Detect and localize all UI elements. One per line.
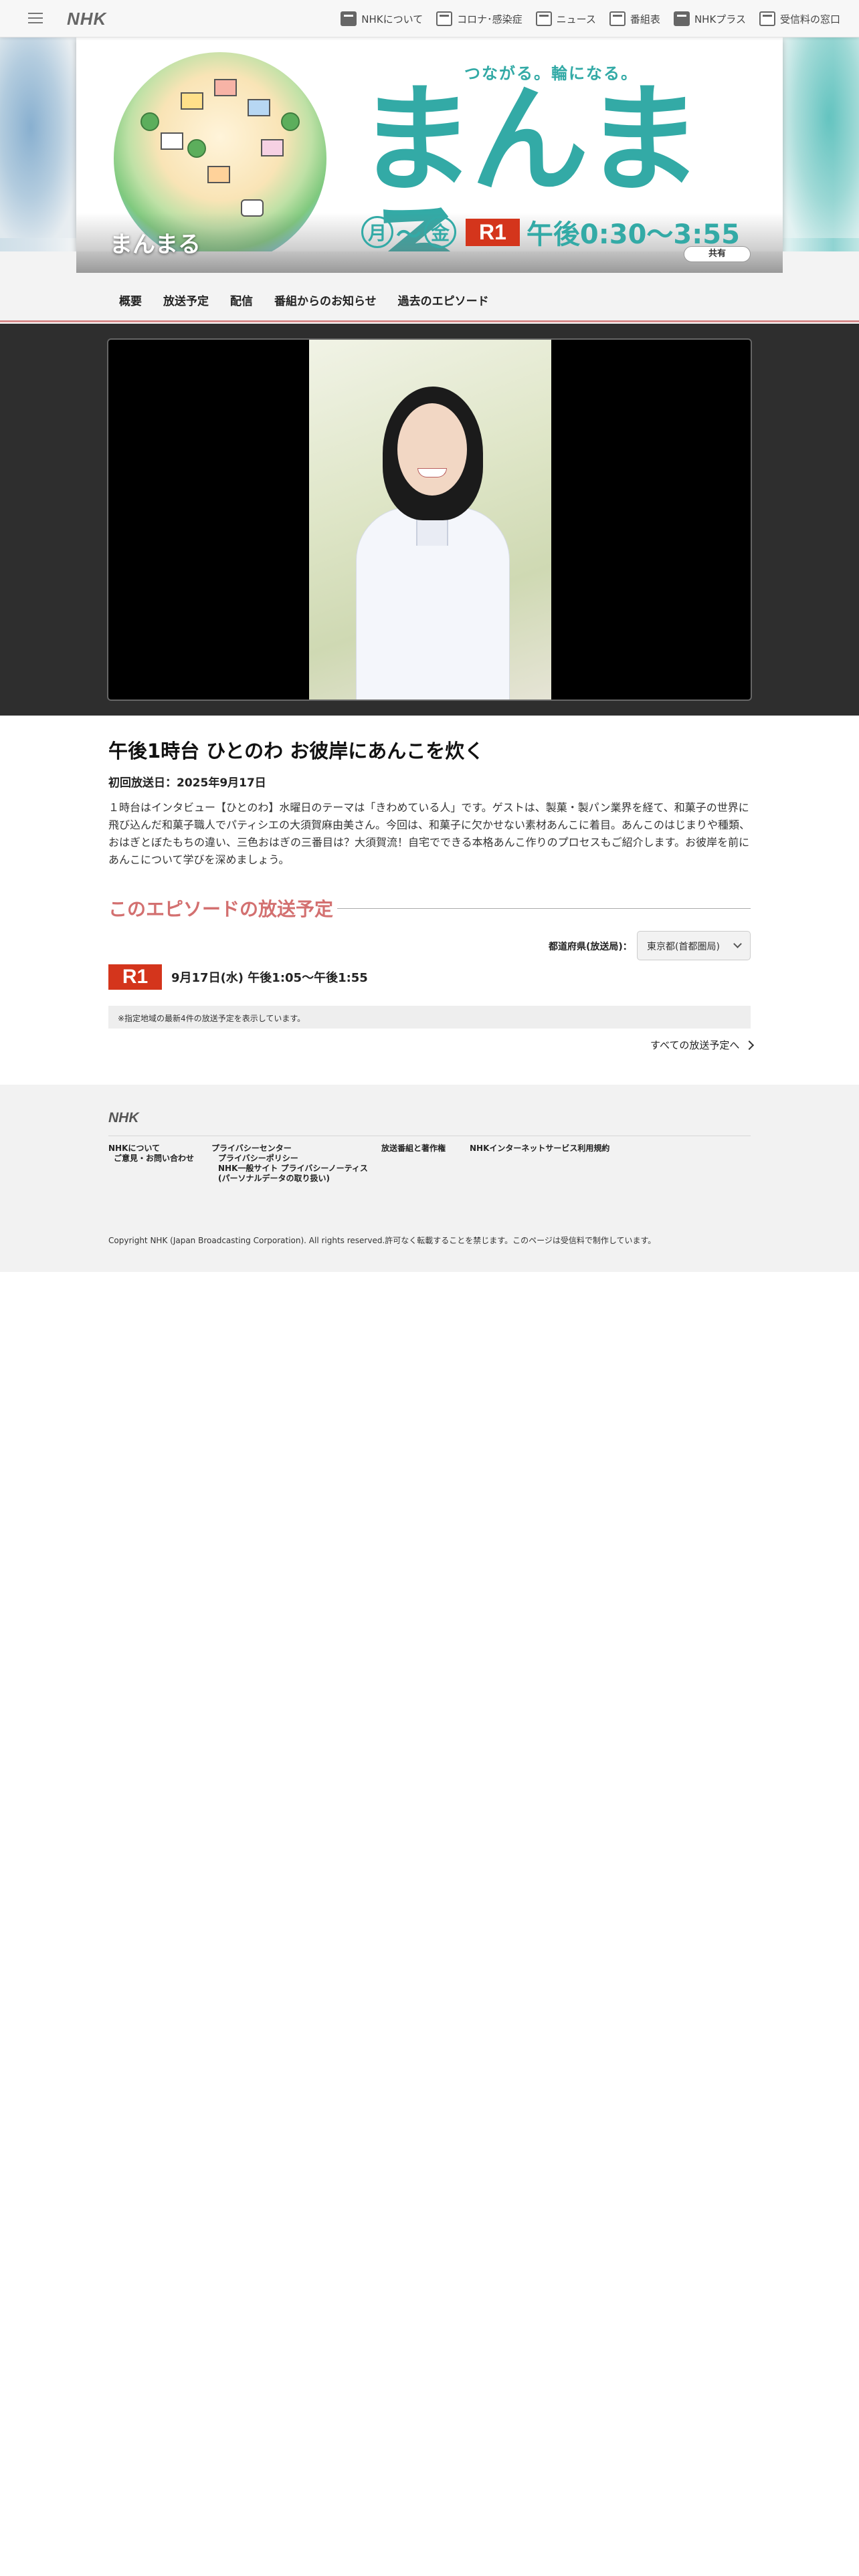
photo-face — [397, 403, 467, 496]
receiving-fee-icon — [759, 11, 775, 26]
prefecture-select[interactable]: 東京都(首都圏局) — [637, 931, 751, 960]
program-hero: まんまる つながる。輪になる。 まんまる 月 〜 金 R1 午後0:30〜3:5… — [0, 37, 859, 273]
tab-past-episodes[interactable]: 過去のエピソード — [387, 292, 500, 308]
nav-link-label: 受信料の窓口 — [779, 13, 840, 25]
nav-link-label: NHKについて — [361, 13, 423, 25]
media-section — [0, 324, 859, 716]
illustration-tree — [187, 139, 206, 158]
footer-link-privacy-center[interactable]: プライバシーセンター — [211, 1144, 368, 1154]
day-end: 金 — [424, 216, 457, 248]
nhk-plus-icon — [673, 11, 690, 26]
nav-link-label: コロナ･感染症 — [457, 13, 522, 25]
corona-icon — [436, 11, 453, 26]
channel-badge: R1 — [466, 218, 520, 246]
footer-link-personal-data[interactable]: (パーソナルデータの取り扱い) — [211, 1174, 368, 1184]
day-separator: 〜 — [396, 219, 422, 249]
chevron-right-icon — [745, 1040, 755, 1050]
schedule-notice: ※指定地域の最新4件の放送予定を表示しています。 — [108, 1006, 751, 1029]
footer-link-contact[interactable]: ご意見・お問い合わせ — [108, 1154, 194, 1164]
schedule-section-header: このエピソードの放送予定 — [108, 895, 751, 922]
footer: NHK NHKについて ご意見・お問い合わせ プライバシーセンター プライバシー… — [0, 1085, 859, 1272]
global-header: NHK NHKについて コロナ･感染症 ニュース 番組表 NHKプラス 受信料の… — [0, 0, 859, 37]
hero-banner: まんまる つながる。輪になる。 まんまる 月 〜 金 R1 午後0:30〜3:5… — [76, 37, 783, 273]
footer-link-privacy-notice[interactable]: NHK一般サイト プライバシーノーティス — [211, 1164, 368, 1174]
first-air-date: 初回放送日：2025年9月17日 — [108, 776, 266, 790]
guest-photo — [309, 340, 551, 700]
prefecture-select-value: 東京都(首都圏局) — [647, 942, 720, 952]
tab-announcements[interactable]: 番組からのお知らせ — [264, 292, 387, 308]
schedule-heading: このエピソードの放送予定 — [108, 898, 334, 920]
hamburger-menu-icon[interactable] — [27, 9, 44, 27]
nav-link-receiving-fee[interactable]: 受信料の窓口 — [759, 11, 840, 26]
hero-background-right — [782, 37, 859, 238]
illustration-tree — [140, 112, 159, 131]
illustration-house — [207, 166, 230, 183]
nav-link-news[interactable]: ニュース — [535, 11, 596, 26]
footer-link-about[interactable]: NHKについて — [108, 1144, 194, 1154]
hero-background-left — [0, 37, 77, 238]
episode-title: 午後1時台 ひとのわ お彼岸にあんこを炊く — [108, 740, 484, 762]
episode-image-frame — [107, 338, 752, 701]
nav-link-nhk-about[interactable]: NHKについて — [341, 11, 423, 26]
day-start: 月 — [361, 216, 393, 248]
episode-content: 午後1時台 ひとのわ お彼岸にあんこを炊く 初回放送日：2025年9月17日 １… — [108, 736, 751, 869]
illustration-house — [161, 132, 183, 150]
weekday-range: 月 〜 金 — [361, 214, 457, 251]
all-schedule-link[interactable]: すべての放送予定へ — [650, 1038, 755, 1052]
show-title: まんまる — [110, 231, 201, 258]
channel-badge: R1 — [108, 964, 162, 990]
air-time: 9月17日(水) 午後1:05〜午後1:55 — [171, 971, 368, 985]
footer-col-privacy: プライバシーセンター プライバシーポリシー NHK一般サイト プライバシーノーテ… — [211, 1144, 368, 1184]
heading-divider — [337, 907, 751, 909]
footer-link-terms[interactable]: NHKインターネットサービス利用規約 — [470, 1144, 609, 1154]
nhk-about-icon — [341, 11, 357, 26]
nav-link-nhk-plus[interactable]: NHKプラス — [673, 11, 746, 26]
illustration-tree — [281, 112, 300, 131]
nav-link-corona[interactable]: コロナ･感染症 — [436, 11, 522, 26]
prefecture-label: 都道府県(放送局)： — [549, 942, 632, 952]
tab-schedule[interactable]: 放送予定 — [153, 292, 219, 308]
illustration-house — [181, 92, 203, 110]
chevron-down-icon — [733, 940, 742, 948]
schedule-entry: R1 9月17日(水) 午後1:05〜午後1:55 — [108, 964, 368, 990]
illustration-house — [214, 79, 237, 96]
illustration-house — [261, 139, 284, 156]
footer-link-privacy-policy[interactable]: プライバシーポリシー — [211, 1154, 368, 1164]
tab-streaming[interactable]: 配信 — [219, 292, 264, 308]
program-table-icon — [609, 11, 626, 26]
footer-logo[interactable]: NHK — [108, 1110, 139, 1126]
nhk-logo[interactable]: NHK — [67, 9, 106, 29]
episode-description: １時台はインタビュー【ひとのわ】水曜日のテーマは「きわめている人」です。ゲストは… — [108, 801, 751, 866]
footer-col-terms: NHKインターネットサービス利用規約 — [470, 1144, 609, 1154]
copyright: Copyright NHK (Japan Broadcasting Corpor… — [108, 1236, 656, 1245]
footer-col-about: NHKについて ご意見・お問い合わせ — [108, 1144, 194, 1164]
news-icon — [535, 11, 552, 26]
nav-link-label: NHKプラス — [694, 13, 746, 25]
nav-link-label: 番組表 — [630, 13, 660, 25]
global-nav: NHKについて コロナ･感染症 ニュース 番組表 NHKプラス 受信料の窓口 — [327, 0, 840, 37]
illustration-house — [248, 99, 270, 116]
broadcast-schedule-banner: 月 〜 金 R1 午後0:30〜3:55 — [361, 213, 740, 251]
nav-link-program-table[interactable]: 番組表 — [609, 11, 660, 26]
all-schedule-link-label: すべての放送予定へ — [650, 1039, 740, 1051]
footer-link-copyright[interactable]: 放送番組と著作権 — [381, 1144, 446, 1154]
nav-link-label: ニュース — [556, 13, 596, 25]
footer-col-copyright: 放送番組と著作権 — [381, 1144, 446, 1154]
share-button[interactable]: 共有 — [684, 246, 751, 262]
tab-overview[interactable]: 概要 — [108, 292, 153, 308]
